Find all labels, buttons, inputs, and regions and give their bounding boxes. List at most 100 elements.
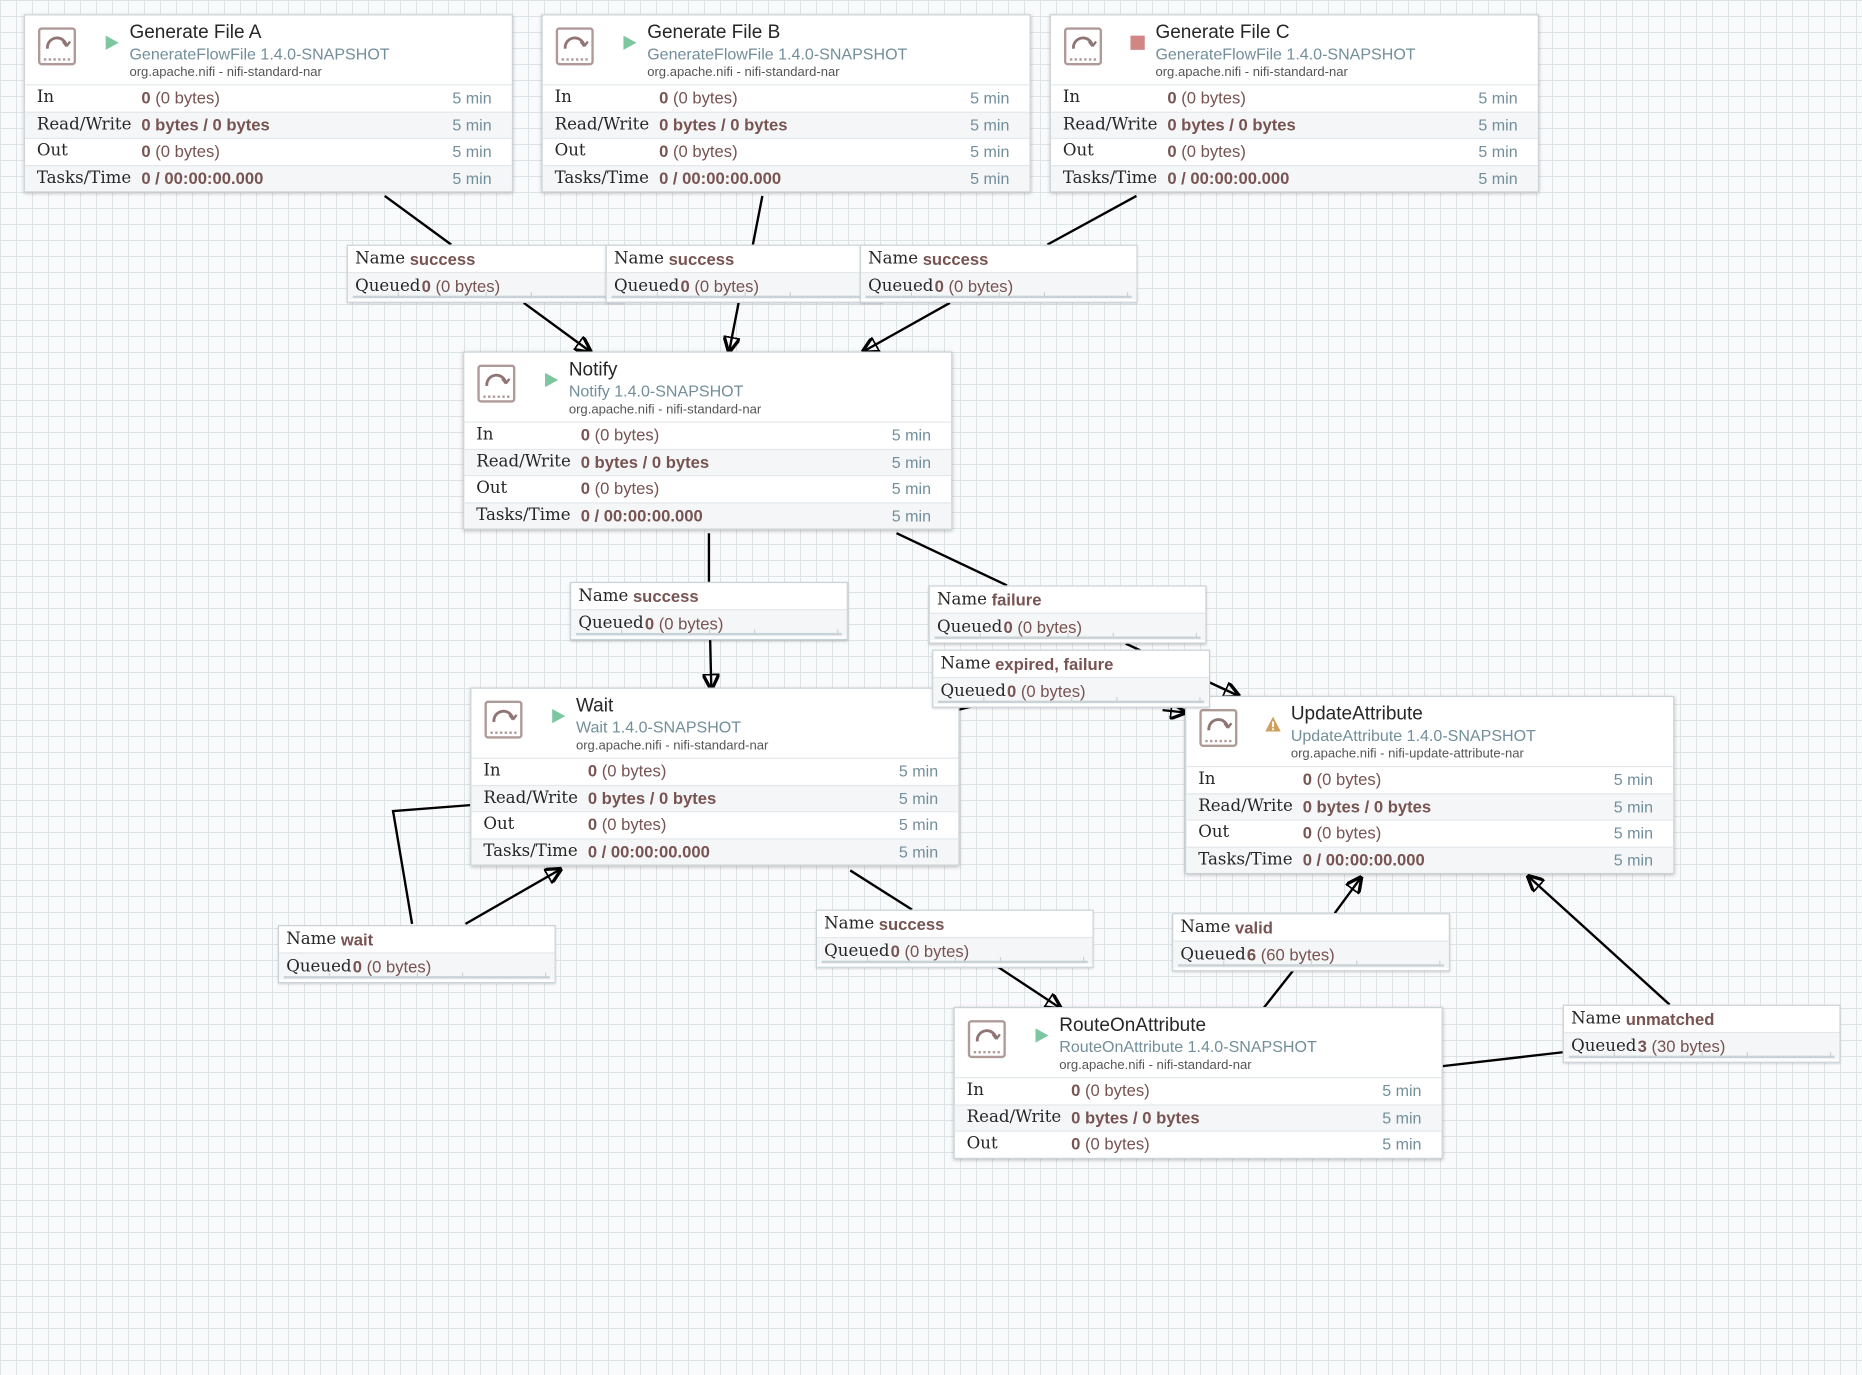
stat-label: Read/Write — [966, 1107, 1062, 1127]
stat-value-main: 0 — [580, 425, 590, 445]
queue-bar — [611, 292, 878, 299]
stat-value: 0 / 00:00:00.000 — [581, 503, 703, 528]
connection-name-row: Name success — [571, 583, 847, 609]
connection-name: wait — [340, 929, 374, 949]
stat-time: 5 min — [1382, 1108, 1422, 1127]
play-icon — [552, 708, 566, 724]
stat-row: In 0 (0 bytes) 5 min — [542, 84, 1030, 111]
stat-value-size: (0 bytes) — [1316, 822, 1382, 842]
connection-c-wait-wait[interactable]: Name wait Queued 0 (0 bytes) — [277, 925, 556, 984]
flow-canvas[interactable]: Generate File A GenerateFlowFile 1.4.0-SN… — [0, 0, 1862, 1375]
queue-bar — [1568, 1052, 1835, 1059]
connection-c-unmatched[interactable]: Name unmatched Queued 3 (30 bytes) — [1562, 1004, 1841, 1063]
stat-row: Out 0 (0 bytes) 5 min — [1186, 819, 1674, 846]
connection-c-c[interactable]: Name success Queued 0 (0 bytes) — [859, 244, 1138, 303]
connection-name-row: Name success — [817, 911, 1093, 937]
connection-name-label: Name — [613, 249, 665, 269]
processor-notify[interactable]: Notify Notify 1.4.0-SNAPSHOT org.apache.ni… — [463, 351, 953, 530]
processor-route[interactable]: RouteOnAttribute RouteOnAttribute 1.4.0-S… — [953, 1007, 1443, 1159]
stat-value-size: (0 bytes) — [594, 425, 660, 445]
stat-value-main: 0 — [659, 87, 669, 107]
processor-update[interactable]: UpdateAttribute UpdateAttribute 1.4.0-SNA… — [1185, 695, 1675, 874]
stat-row: Read/Write 0 bytes / 0 bytes 5 min — [542, 111, 1030, 138]
queue-bar — [283, 972, 550, 979]
processor-wait[interactable]: Wait Wait 1.4.0-SNAPSHOT org.apache.nifi -… — [470, 687, 960, 866]
play-icon — [1035, 1028, 1049, 1043]
stat-time: 5 min — [452, 115, 492, 134]
stat-value-main: 0 / 00:00:00.000 — [587, 841, 710, 861]
stat-value: 0 (0 bytes) — [1167, 139, 1246, 164]
stat-time: 5 min — [970, 169, 1010, 188]
stat-value: 0 / 00:00:00.000 — [588, 839, 710, 864]
connection-name: valid — [1235, 917, 1273, 937]
stat-value-size: (0 bytes) — [1181, 87, 1246, 107]
stat-time: 5 min — [1613, 824, 1653, 842]
stat-time: 5 min — [1382, 1081, 1422, 1100]
stat-time: 5 min — [898, 762, 939, 781]
processor-type: GenerateFlowFile 1.4.0-SNAPSHOT — [647, 45, 908, 63]
stat-time: 5 min — [898, 789, 939, 807]
connection-c-notify-failure[interactable]: Name failure Queued 0 (0 bytes) — [928, 585, 1207, 644]
stat-time: 5 min — [1613, 770, 1653, 789]
queue-bar — [938, 697, 1205, 703]
connection-name: success — [878, 914, 945, 934]
stat-value-main: 0 — [141, 141, 151, 161]
stat-value-main: 0 bytes / 0 bytes — [1071, 1107, 1200, 1127]
stat-time: 5 min — [970, 115, 1010, 134]
connection-name-label: Name — [936, 590, 988, 610]
play-icon — [623, 35, 637, 50]
connection-name: success — [668, 249, 735, 269]
connection-name: expired, failure — [995, 654, 1114, 674]
stat-time: 5 min — [898, 842, 939, 861]
stat-row: Out 0 (0 bytes) 5 min — [1050, 137, 1538, 165]
connection-c-a[interactable]: Name success Queued 0 (0 bytes) — [346, 244, 625, 303]
processor-bundle: org.apache.nifi - nifi-standard-nar — [129, 65, 322, 80]
stat-label: Out — [476, 478, 508, 498]
stat-row: Out 0 (0 bytes) 5 min — [464, 475, 952, 502]
processor-header: Generate File A GenerateFlowFile 1.4.0-SN… — [25, 15, 512, 84]
connection-queued-row: Queued 0 (0 bytes) — [571, 609, 847, 637]
stat-label: Tasks/Time — [476, 505, 571, 525]
processor-gen-a[interactable]: Generate File A GenerateFlowFile 1.4.0-SN… — [23, 14, 513, 193]
processor-gen-b[interactable]: Generate File B GenerateFlowFile 1.4.0-SN… — [541, 14, 1031, 193]
stat-value-size: (0 bytes) — [155, 87, 220, 107]
stat-row: Tasks/Time 0 / 00:00:00.000 5 min — [542, 164, 1030, 192]
processor-gen-c[interactable]: Generate File C GenerateFlowFile 1.4.0-SN… — [1049, 14, 1539, 193]
processor-header: Notify Notify 1.4.0-SNAPSHOT org.apache.ni… — [464, 353, 951, 422]
stat-value-main: 0 / 00:00:00.000 — [1167, 168, 1290, 188]
play-icon — [545, 372, 559, 388]
stop-icon — [1130, 35, 1145, 50]
connection-c-notify-success[interactable]: Name success Queued 0 (0 bytes) — [570, 581, 848, 641]
stat-time: 5 min — [1478, 142, 1518, 161]
stat-value-size: (0 bytes) — [155, 141, 220, 161]
queue-bar — [821, 957, 1088, 964]
stat-label: In — [554, 87, 572, 107]
stat-value-size: (0 bytes) — [672, 141, 738, 161]
processor-bundle: org.apache.nifi - nifi-standard-nar — [1059, 1058, 1252, 1073]
connection-c-valid[interactable]: Name valid Queued 6 (60 bytes) — [1172, 913, 1450, 972]
connection-name: success — [632, 586, 699, 606]
stat-value-size: (0 bytes) — [1085, 1080, 1150, 1100]
stat-label: In — [1062, 87, 1081, 107]
stat-value: 0 / 00:00:00.000 — [1303, 847, 1425, 872]
stat-label: Out — [1062, 141, 1094, 161]
stat-value-size: (0 bytes) — [601, 761, 667, 781]
stat-value-main: 0 bytes / 0 bytes — [580, 451, 710, 471]
stat-value-main: 0 — [1071, 1080, 1081, 1100]
stat-value-main: 0 — [1302, 822, 1312, 842]
stat-time: 5 min — [1613, 850, 1653, 869]
processor-icon — [555, 27, 594, 66]
processor-type: Notify 1.4.0-SNAPSHOT — [568, 382, 744, 401]
stat-value: 0 (0 bytes) — [141, 86, 220, 111]
connection-c-wait-success[interactable]: Name success Queued 0 (0 bytes) — [815, 909, 1094, 968]
connection-c-wait-expired[interactable]: Name expired, failure Queued 0 (0 bytes) — [932, 649, 1211, 708]
connection-c-b[interactable]: Name success Queued 0 (0 bytes) — [605, 244, 884, 303]
stat-row: In 0 (0 bytes) 5 min — [471, 757, 959, 785]
processor-type: GenerateFlowFile 1.4.0-SNAPSHOT — [1155, 45, 1416, 63]
stat-row: Tasks/Time 0 / 00:00:00.000 5 min — [24, 164, 512, 192]
stat-row: Tasks/Time 0 / 00:00:00.000 5 min — [464, 501, 952, 529]
stat-value-main: 0 — [1167, 87, 1177, 107]
processor-bundle: org.apache.nifi - nifi-standard-nar — [647, 65, 840, 80]
stat-label: Read/Write — [1062, 114, 1158, 134]
queue-bar — [352, 292, 619, 299]
